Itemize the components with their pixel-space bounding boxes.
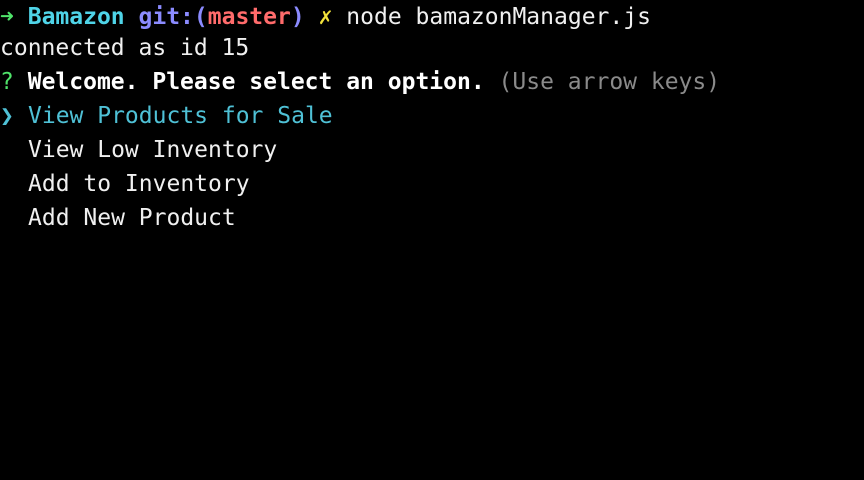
menu-option-add-new-product[interactable]: Add New Product: [0, 201, 236, 235]
question-mark-icon: ?: [0, 69, 14, 95]
git-suffix: ): [290, 4, 305, 30]
menu-option-label: Add to Inventory: [28, 171, 250, 197]
menu-option-label: Add New Product: [28, 205, 236, 231]
question-text: Welcome. Please select an option.: [27, 69, 485, 95]
menu-option-view-products[interactable]: ❯ View Products for Sale: [0, 99, 333, 133]
command-text: node bamazonManager.js: [346, 4, 651, 30]
question-hint: (Use arrow keys): [498, 69, 721, 95]
git-prefix: git:(: [138, 4, 208, 30]
current-directory: Bamazon: [27, 4, 125, 30]
menu-option-label: View Products for Sale: [28, 103, 333, 129]
menu-option-add-to-inventory[interactable]: Add to Inventory: [0, 167, 250, 201]
prompt-arrow-icon: ➜: [0, 4, 14, 30]
git-branch: master: [207, 4, 291, 30]
git-dirty-icon: ✗: [318, 4, 333, 30]
selection-pointer-icon: ❯: [0, 103, 14, 129]
shell-prompt-line: ➜ Bamazon git:(master) ✗ node bamazonMan…: [0, 0, 651, 34]
terminal-window[interactable]: ➜ Bamazon git:(master) ✗ node bamazonMan…: [0, 0, 864, 480]
menu-option-label: View Low Inventory: [28, 137, 278, 163]
menu-option-view-low-inventory[interactable]: View Low Inventory: [0, 133, 277, 167]
question-line: ? Welcome. Please select an option. (Use…: [0, 65, 720, 99]
connection-text: connected as id 15: [0, 35, 250, 61]
connection-output: connected as id 15: [0, 31, 249, 65]
